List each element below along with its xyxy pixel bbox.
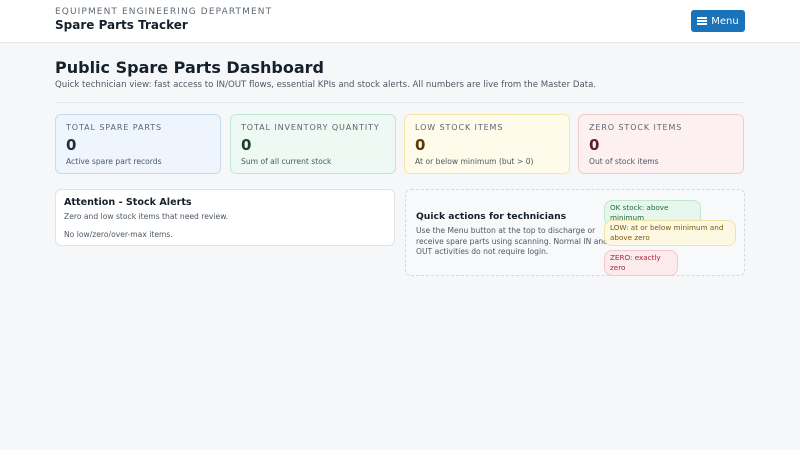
page-subtitle: Quick technician view: fast access to IN… <box>55 80 597 90</box>
hamburger-icon <box>697 17 708 25</box>
kpi-card-low-stock-items: LOW STOCK ITEMS 0 At or below minimum (b… <box>404 114 570 174</box>
kpi-value: 0 <box>415 136 426 154</box>
kpi-card-zero-stock-items: ZERO STOCK ITEMS 0 Out of stock items <box>578 114 744 174</box>
stock-alerts-subtitle: Zero and low stock items that need revie… <box>64 212 229 221</box>
kpi-label: LOW STOCK ITEMS <box>415 123 504 132</box>
kpi-value: 0 <box>589 136 600 154</box>
quick-actions-text: Use the Menu button at the top to discha… <box>416 226 608 256</box>
legend-pill-zero: ZERO: exactly zero <box>604 250 678 276</box>
kpi-value: 0 <box>66 136 77 154</box>
kpi-card-total-inventory-quantity: TOTAL INVENTORY QUANTITY 0 Sum of all cu… <box>230 114 396 174</box>
stock-alerts-panel: Attention - Stock Alerts Zero and low st… <box>55 189 395 246</box>
kpi-card-total-spare-parts: TOTAL SPARE PARTS 0 Active spare part re… <box>55 114 221 174</box>
divider <box>55 102 745 103</box>
kpi-label: TOTAL SPARE PARTS <box>66 123 162 132</box>
menu-button-label: Menu <box>711 15 739 27</box>
kpi-value: 0 <box>241 136 252 154</box>
top-bar: EQUIPMENT ENGINEERING DEPARTMENT Spare P… <box>0 0 800 43</box>
stock-alerts-empty-message: No low/zero/over-max items. <box>64 230 173 239</box>
legend-pill-low: LOW: at or below minimum and above zero <box>604 220 736 246</box>
stock-alerts-title: Attention - Stock Alerts <box>64 197 192 208</box>
menu-button[interactable]: Menu <box>691 10 745 32</box>
kpi-label: TOTAL INVENTORY QUANTITY <box>241 123 380 132</box>
kpi-description: Out of stock items <box>589 157 659 166</box>
app-title: Spare Parts Tracker <box>55 18 188 32</box>
kpi-label: ZERO STOCK ITEMS <box>589 123 683 132</box>
page-title: Public Spare Parts Dashboard <box>55 58 324 77</box>
quick-actions-panel: Quick actions for technicians Use the Me… <box>405 189 745 276</box>
department-label: EQUIPMENT ENGINEERING DEPARTMENT <box>55 7 273 17</box>
kpi-description: Active spare part records <box>66 157 162 166</box>
kpi-description: Sum of all current stock <box>241 157 332 166</box>
kpi-description: At or below minimum (but > 0) <box>415 157 534 166</box>
quick-actions-title: Quick actions for technicians <box>416 211 567 222</box>
